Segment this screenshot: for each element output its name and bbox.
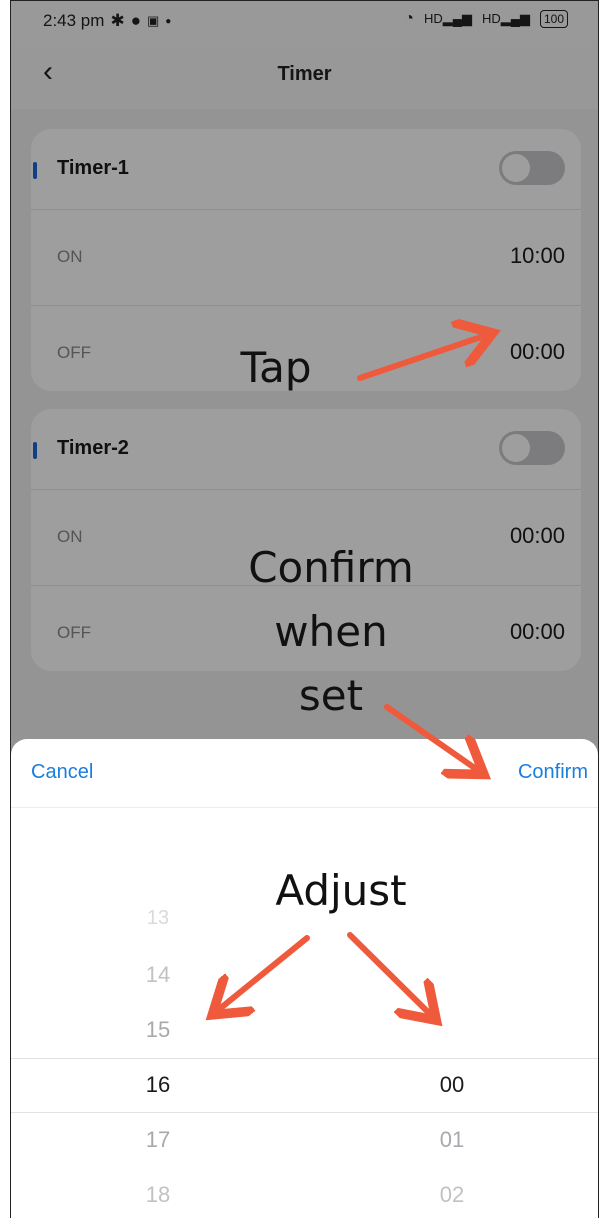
- picker-option[interactable]: 15: [118, 1017, 198, 1043]
- picker-option[interactable]: 13: [118, 907, 198, 930]
- annotation-when: when: [274, 607, 388, 656]
- annotation-confirm: Confirm: [248, 543, 414, 592]
- confirm-button[interactable]: Confirm: [518, 761, 588, 784]
- annotation-set: set: [298, 671, 364, 720]
- picker-option[interactable]: 17: [118, 1127, 198, 1153]
- picker-option[interactable]: 14: [118, 962, 198, 988]
- picker-option[interactable]: 18: [118, 1182, 198, 1208]
- picker-option[interactable]: 00: [412, 1072, 492, 1098]
- time-picker-sheet: Cancel Confirm 13141516171819 00010203: [11, 739, 598, 1218]
- cancel-button[interactable]: Cancel: [31, 761, 93, 784]
- picker-option[interactable]: 01: [412, 1127, 492, 1153]
- phone-screen: 2:43 pm ✱ ● ▣ ● ◔ HD▂▄▆ HD▂▄▆ 100 ‹ Time…: [10, 0, 599, 1218]
- annotation-adjust: Adjust: [275, 866, 407, 915]
- picker-option[interactable]: 02: [412, 1182, 492, 1208]
- sheet-toolbar: Cancel Confirm: [11, 739, 598, 808]
- selection-band: [11, 1058, 598, 1113]
- annotation-tap: Tap: [240, 343, 312, 392]
- picker-option[interactable]: 16: [118, 1072, 198, 1098]
